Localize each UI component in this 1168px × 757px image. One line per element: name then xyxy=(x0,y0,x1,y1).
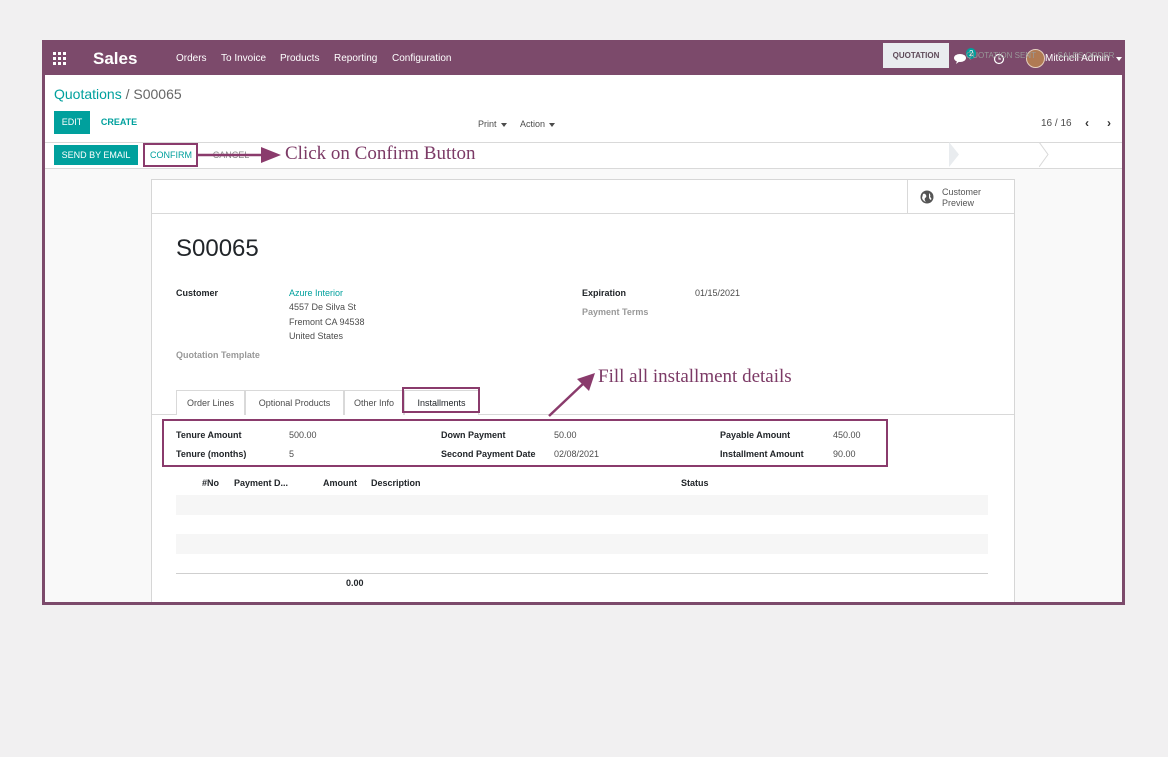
tab-optional-products[interactable]: Optional Products xyxy=(245,390,344,415)
installment-annotation: Fill all installment details xyxy=(598,366,792,387)
confirm-highlight-box xyxy=(143,143,198,167)
menu-to-invoice[interactable]: To Invoice xyxy=(221,53,266,64)
installment-details-highlight-box xyxy=(162,419,888,467)
column-header[interactable]: #No xyxy=(202,478,219,488)
customer-label: Customer xyxy=(176,288,219,298)
column-header[interactable]: Payment D... xyxy=(234,478,288,488)
arrow-up-right-icon xyxy=(548,373,595,417)
breadcrumb: Quotations / S00065 xyxy=(54,86,182,102)
send-by-email-button[interactable]: SEND BY EMAIL xyxy=(54,145,138,165)
breadcrumb-quotations[interactable]: Quotations xyxy=(54,86,122,102)
print-dropdown[interactable]: Print xyxy=(478,119,507,129)
address-line: Fremont CA 94538 xyxy=(289,317,365,327)
chevron-left-icon[interactable]: ‹ xyxy=(1085,116,1089,130)
column-header[interactable]: Amount xyxy=(323,478,357,488)
edit-button[interactable]: EDIT xyxy=(54,111,90,134)
customer-preview-button[interactable]: Customer Preview xyxy=(907,180,1014,213)
table-row xyxy=(176,495,988,515)
app-window: Sales Orders To Invoice Products Reporti… xyxy=(42,40,1125,605)
customer-link[interactable]: Azure Interior xyxy=(289,288,343,298)
status-step-quotation[interactable]: QUOTATION xyxy=(883,43,949,68)
installments-tab-highlight-box xyxy=(402,387,480,413)
page-title: S00065 xyxy=(176,235,259,262)
print-label: Print xyxy=(478,119,497,129)
quotation-template-label: Quotation Template xyxy=(176,350,260,360)
chevron-down-icon xyxy=(500,122,507,127)
create-button[interactable]: CREATE xyxy=(98,111,140,134)
action-dropdown[interactable]: Action xyxy=(520,119,556,129)
chevron-right-icon xyxy=(1039,142,1049,167)
pager-value[interactable]: 16 / 16 xyxy=(1041,118,1072,129)
tab-order-lines[interactable]: Order Lines xyxy=(176,390,245,415)
address-line: United States xyxy=(289,331,344,341)
app-name[interactable]: Sales xyxy=(93,49,137,69)
menu-orders[interactable]: Orders xyxy=(176,53,207,64)
arrow-right-icon xyxy=(197,147,281,163)
confirm-annotation: Click on Confirm Button xyxy=(285,143,476,164)
chevron-down-icon xyxy=(549,122,556,127)
grid-icon[interactable] xyxy=(53,52,67,66)
table-row xyxy=(176,534,988,554)
table-footer-divider xyxy=(176,573,988,574)
breadcrumb-separator: / xyxy=(121,86,134,102)
column-header[interactable]: Description xyxy=(371,478,421,488)
payment-terms-label: Payment Terms xyxy=(582,307,649,317)
status-step-sales-order[interactable]: SALES ORDER xyxy=(1050,43,1122,68)
expiration-value[interactable]: 01/15/2021 xyxy=(695,288,740,298)
status-step-quotation-sent[interactable]: QUOTATION SENT xyxy=(960,43,1042,68)
menu-reporting[interactable]: Reporting xyxy=(334,53,377,64)
breadcrumb-current: S00065 xyxy=(133,86,182,102)
customer-preview-label: Customer Preview xyxy=(942,187,982,208)
expiration-label: Expiration xyxy=(582,288,627,298)
chevron-right-icon[interactable]: › xyxy=(1107,116,1111,130)
menu-products[interactable]: Products xyxy=(280,53,319,64)
table-total: 0.00 xyxy=(346,578,364,588)
menu-configuration[interactable]: Configuration xyxy=(392,53,451,64)
address-line: 4557 De Silva St xyxy=(289,302,357,312)
column-header[interactable]: Status xyxy=(681,478,709,488)
button-box xyxy=(152,180,1014,214)
chevron-right-icon xyxy=(949,142,959,167)
action-label: Action xyxy=(520,119,546,129)
globe-icon xyxy=(920,190,934,204)
tab-other-info[interactable]: Other Info xyxy=(344,390,404,415)
